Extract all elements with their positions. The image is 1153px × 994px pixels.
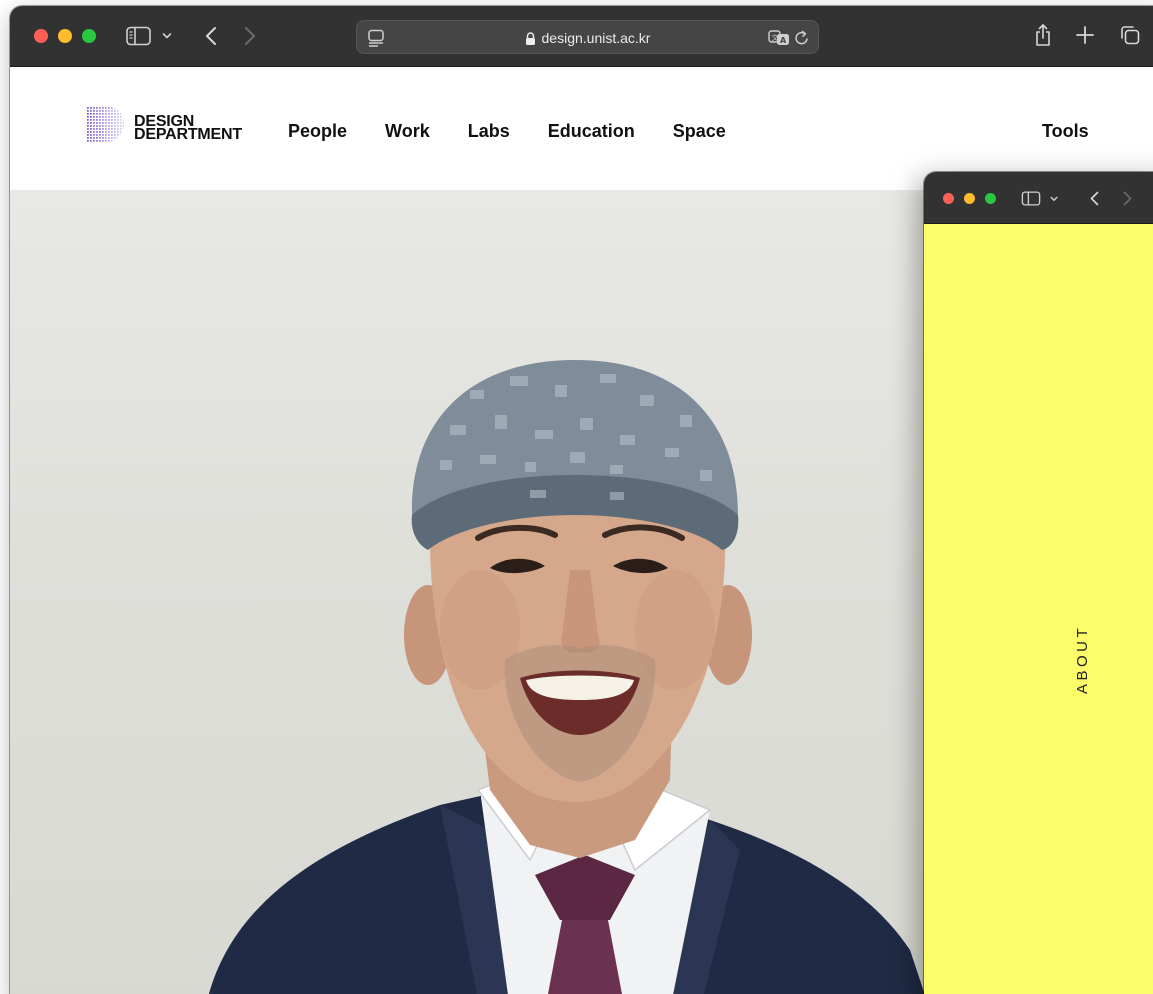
close-window-button-2[interactable] [943,193,954,204]
zoom-window-button[interactable] [82,29,96,43]
forward-icon[interactable] [1123,191,1132,206]
zoom-window-button-2[interactable] [985,193,996,204]
svg-text:文: 文 [772,33,779,42]
svg-text:A: A [780,36,787,45]
nav-education[interactable]: Education [548,121,635,142]
nav-work[interactable]: Work [385,121,430,142]
tab-overview-icon[interactable] [1120,25,1140,45]
sidebar-toggle-icon[interactable] [1021,191,1041,206]
close-window-button[interactable] [34,29,48,43]
department-logo-icon[interactable] [84,104,124,144]
minimize-window-button-2[interactable] [964,193,975,204]
nav-tools[interactable]: Tools [1042,121,1089,142]
lock-icon [525,31,535,45]
sidebar-toggle-icon[interactable] [126,26,151,46]
secondary-browser-toolbar [924,172,1153,224]
chevron-down-icon[interactable] [1050,195,1058,203]
address-bar[interactable]: design.unist.ac.kr 文 A [356,20,819,54]
nav-people[interactable]: People [288,121,347,142]
minimize-window-button[interactable] [58,29,72,43]
url-text: design.unist.ac.kr [541,30,651,46]
nav-labs[interactable]: Labs [468,121,510,142]
chevron-down-icon[interactable] [162,31,172,41]
browser-toolbar: design.unist.ac.kr 文 A [10,6,1153,67]
about-vertical-label[interactable]: ABOUT [1074,625,1091,694]
secondary-browser-window[interactable]: ABOUT [924,172,1153,994]
translate-icon[interactable]: 文 A [768,29,790,47]
share-icon[interactable] [1034,23,1052,47]
new-tab-icon[interactable] [1076,26,1094,44]
back-icon[interactable] [205,26,217,46]
reload-icon[interactable] [794,29,810,47]
main-nav: People Work Labs Education Space [288,121,764,142]
about-page: ABOUT [924,224,1153,994]
nav-space[interactable]: Space [673,121,726,142]
logo-wordmark[interactable]: DESIGN DEPARTMENT [134,114,242,143]
url-display[interactable]: design.unist.ac.kr [357,21,818,55]
forward-icon[interactable] [244,26,256,46]
logo-line-2: DEPARTMENT [134,126,242,143]
back-icon[interactable] [1090,191,1099,206]
